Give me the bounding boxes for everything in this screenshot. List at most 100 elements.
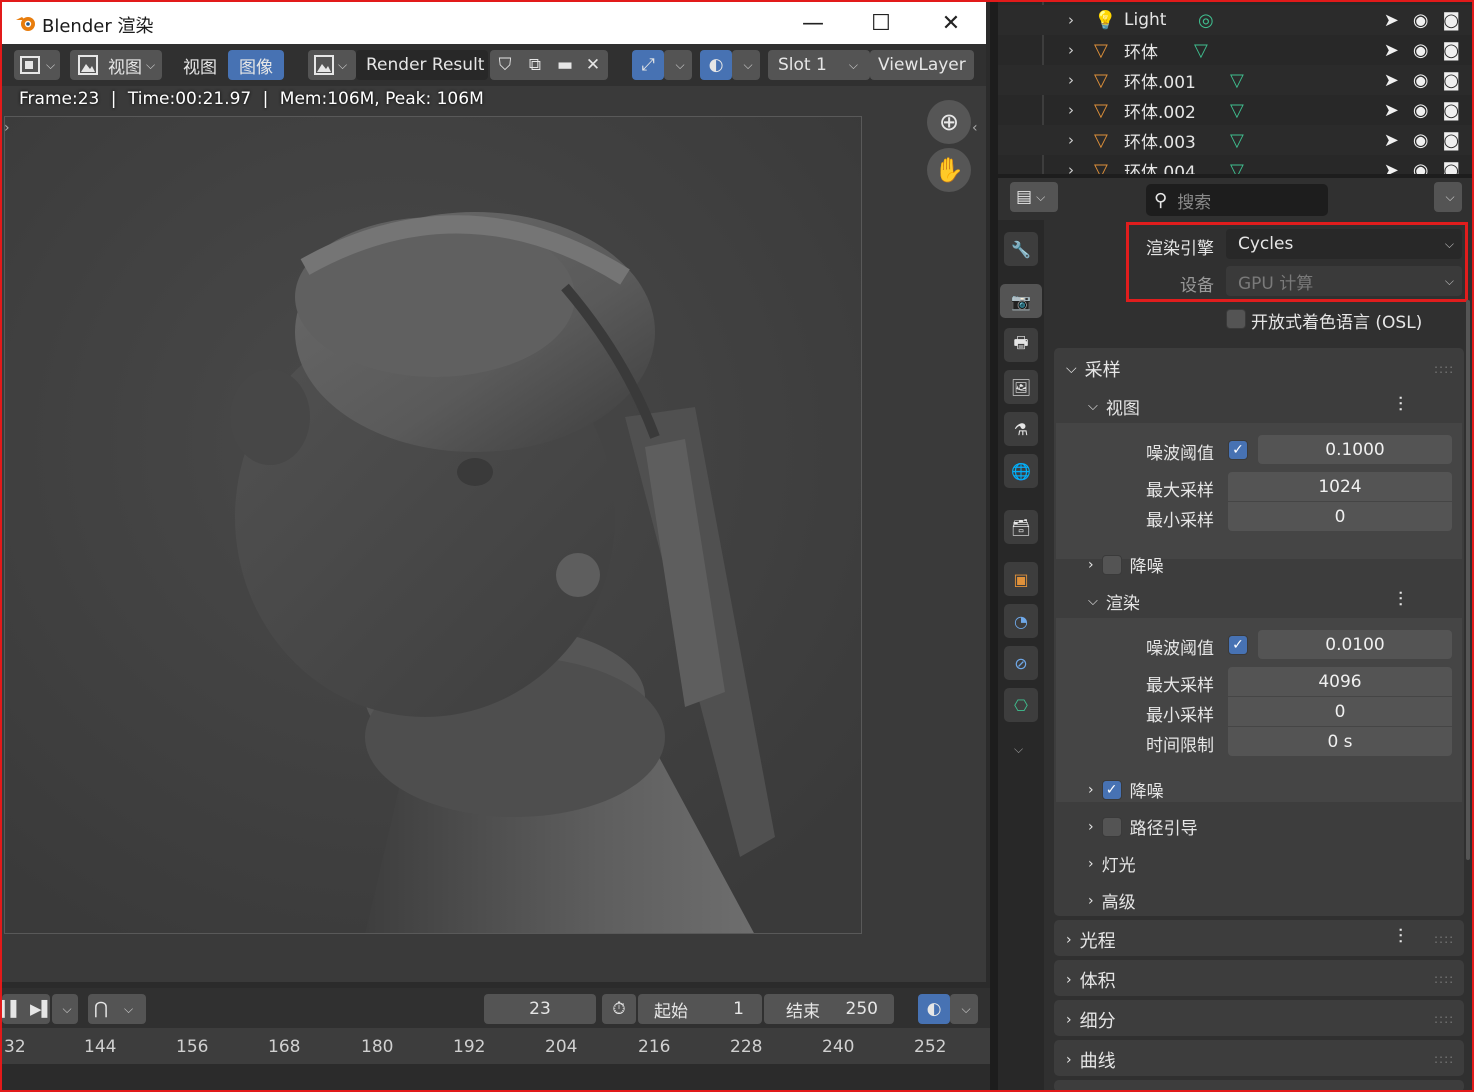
outliner-row[interactable]: › ▽ 环体.002 ▽ ➤ ◉ ◙ [998, 95, 1474, 125]
select-arrow-icon[interactable]: ➤ [1384, 40, 1399, 61]
current-frame-field[interactable]: 23 [484, 994, 596, 1024]
eye-icon[interactable]: ◉ [1413, 70, 1429, 91]
end-frame-field[interactable]: 结束 250 [764, 994, 894, 1024]
render-denoise-header[interactable]: › ✓ 降噪 [1088, 777, 1164, 802]
pause-icon[interactable]: ▌▌ [0, 1000, 22, 1018]
timeline-ruler[interactable]: 32 144 156 168 180 192 204 216 228 240 2… [2, 1028, 990, 1064]
subdivision-panel[interactable]: › 细分 :::: [1054, 1000, 1464, 1036]
physics-properties-icon[interactable]: ◔ [1004, 604, 1038, 638]
properties-scrollbar[interactable] [1466, 300, 1470, 860]
curves-panel[interactable]: › 曲线 :::: [1054, 1040, 1464, 1076]
light-paths-panel[interactable]: › 光程 ⫶ :::: [1054, 920, 1464, 956]
auto-keying-button[interactable]: ⋂ ⌵ [88, 994, 146, 1024]
constraints-properties-icon[interactable]: ⊘ [1004, 646, 1038, 680]
output-properties-icon[interactable]: 🖶 [1004, 328, 1038, 362]
image-tab[interactable]: 图像 [228, 50, 284, 80]
properties-editor-type-button[interactable]: ▤ ⌵ [1010, 182, 1058, 212]
drag-grip-icon[interactable]: :::: [1434, 932, 1454, 946]
object-data-properties-icon[interactable]: ⎔ [1004, 688, 1038, 722]
sample-tool-dropdown[interactable]: ⌵ [664, 50, 692, 80]
zoom-icon[interactable]: ⊕ [927, 100, 971, 144]
sample-tool-button[interactable]: ⤢ [632, 50, 664, 80]
camera-icon[interactable]: ◙ [1443, 40, 1460, 61]
world-properties-icon[interactable]: 🌐 [1004, 454, 1038, 488]
outliner-row[interactable]: › 💡 Light ◎ ➤ ◉ ◙ [998, 5, 1474, 35]
presets-sliders-icon[interactable]: ⫶ [1398, 924, 1403, 948]
eye-icon[interactable]: ◉ [1413, 130, 1429, 151]
collection-properties-icon[interactable]: 🗃 [1004, 510, 1038, 544]
expand-arrow-icon[interactable]: › [1068, 101, 1074, 119]
drag-grip-icon[interactable]: :::: [1434, 972, 1454, 986]
close-button[interactable]: ✕ [916, 2, 986, 44]
select-arrow-icon[interactable]: ➤ [1384, 130, 1399, 151]
select-arrow-icon[interactable]: ➤ [1384, 100, 1399, 121]
advanced-subpanel-header[interactable]: › 高级 [1088, 888, 1136, 914]
presets-sliders-icon[interactable]: ⫶ [1398, 392, 1403, 416]
viewport-denoise-header[interactable]: › 降噪 [1088, 552, 1164, 577]
render-denoise-checkbox[interactable]: ✓ [1101, 779, 1122, 800]
time-limit-field[interactable]: 0 s [1228, 727, 1452, 756]
jump-end-icon[interactable]: ▶▌ [30, 1000, 53, 1018]
stopwatch-icon[interactable]: ⏱ [602, 994, 636, 1024]
lights-subpanel-header[interactable]: › 灯光 [1088, 851, 1136, 877]
camera-icon[interactable]: ◙ [1443, 70, 1460, 91]
pan-hand-icon[interactable]: ✋ [927, 148, 971, 192]
display-channels-dropdown[interactable]: ⌵ [732, 50, 760, 80]
drag-grip-icon[interactable]: :::: [1434, 1012, 1454, 1026]
view-layer-icon[interactable]: 🖼 [1004, 370, 1038, 404]
presets-sliders-icon[interactable]: ⫶ [1398, 587, 1403, 611]
camera-icon[interactable]: ◙ [1443, 10, 1460, 31]
open-folder-icon[interactable]: ▬ [550, 55, 580, 75]
editor-type-button[interactable]: ⌵ [14, 50, 60, 80]
viewport-denoise-checkbox[interactable] [1101, 554, 1122, 575]
slot-select[interactable]: Slot 1 ⌵ [768, 50, 870, 80]
view-tab[interactable]: 视图 [178, 50, 222, 80]
viewport-noise-threshold-field[interactable]: 0.1000 [1258, 435, 1452, 464]
sampling-panel-header[interactable]: ⌵ 采样 [1066, 356, 1121, 382]
view-menu-button[interactable]: 视图 ⌵ [70, 50, 162, 80]
tool-settings-icon[interactable]: 🔧 [1004, 232, 1038, 266]
render-noise-threshold-field[interactable]: 0.0100 [1258, 630, 1452, 659]
unlink-x-icon[interactable]: ✕ [580, 55, 606, 75]
outliner-row[interactable]: › ▽ 环体.003 ▽ ➤ ◉ ◙ [998, 125, 1474, 155]
timeline-view-button[interactable]: ◐ [918, 994, 950, 1024]
render-max-samples-field[interactable]: 4096 [1228, 667, 1452, 696]
area-divider[interactable] [990, 0, 998, 1092]
expand-arrow-icon[interactable]: › [1068, 41, 1074, 59]
timeline-view-dropdown[interactable]: ⌵ [950, 994, 978, 1024]
select-arrow-icon[interactable]: ➤ [1384, 10, 1399, 31]
expand-arrow-icon[interactable]: › [1068, 11, 1074, 29]
minimize-button[interactable]: — [778, 2, 848, 44]
osl-checkbox[interactable] [1226, 309, 1246, 329]
path-guiding-header[interactable]: › 路径引导 [1088, 814, 1198, 839]
expand-arrow-icon[interactable]: › [1068, 131, 1074, 149]
expand-arrow-icon[interactable]: › [1068, 161, 1074, 174]
camera-icon[interactable]: ◙ [1443, 160, 1460, 175]
eye-icon[interactable]: ◉ [1413, 160, 1429, 175]
fake-user-shield-icon[interactable]: ⛉ [490, 55, 520, 75]
viewport-max-samples-field[interactable]: 1024 [1228, 472, 1452, 501]
outliner-row[interactable]: › ▽ 环体.001 ▽ ➤ ◉ ◙ [998, 65, 1474, 95]
viewport-noise-threshold-checkbox[interactable]: ✓ [1228, 440, 1248, 460]
volumes-panel[interactable]: › 体积 :::: [1054, 960, 1464, 996]
playback-dropdown[interactable]: ⌵ [52, 994, 78, 1024]
outliner-row[interactable]: › ▽ 环体.004 ▽ ➤ ◉ ◙ [998, 155, 1474, 175]
render-noise-threshold-checkbox[interactable]: ✓ [1228, 635, 1248, 655]
display-channels-button[interactable]: ◐ [700, 50, 732, 80]
render-subpanel-header[interactable]: ⌵ 渲染 [1088, 589, 1140, 614]
render-properties-icon[interactable]: 📷 [1000, 284, 1042, 318]
viewport-min-samples-field[interactable]: 0 [1228, 502, 1452, 531]
duplicate-icon[interactable]: ⧉ [520, 55, 550, 75]
select-arrow-icon[interactable]: ➤ [1384, 160, 1399, 175]
sidebar-toggle-icon[interactable]: ‹ [972, 120, 978, 136]
viewport-subpanel-header[interactable]: ⌵ 视图 [1088, 394, 1140, 419]
playback-controls[interactable]: ▌▌ ▶▌ [0, 994, 53, 1024]
eye-icon[interactable]: ◉ [1413, 10, 1429, 31]
select-arrow-icon[interactable]: ➤ [1384, 70, 1399, 91]
eye-icon[interactable]: ◉ [1413, 100, 1429, 121]
drag-grip-icon[interactable]: :::: [1434, 1052, 1454, 1066]
tabs-scroll-down-icon[interactable]: ⌵ [1014, 742, 1023, 757]
view-layer-select[interactable]: ViewLayer [870, 50, 974, 80]
browse-image-button[interactable]: ⌵ [308, 50, 356, 80]
start-frame-field[interactable]: 起始 1 [638, 994, 762, 1024]
